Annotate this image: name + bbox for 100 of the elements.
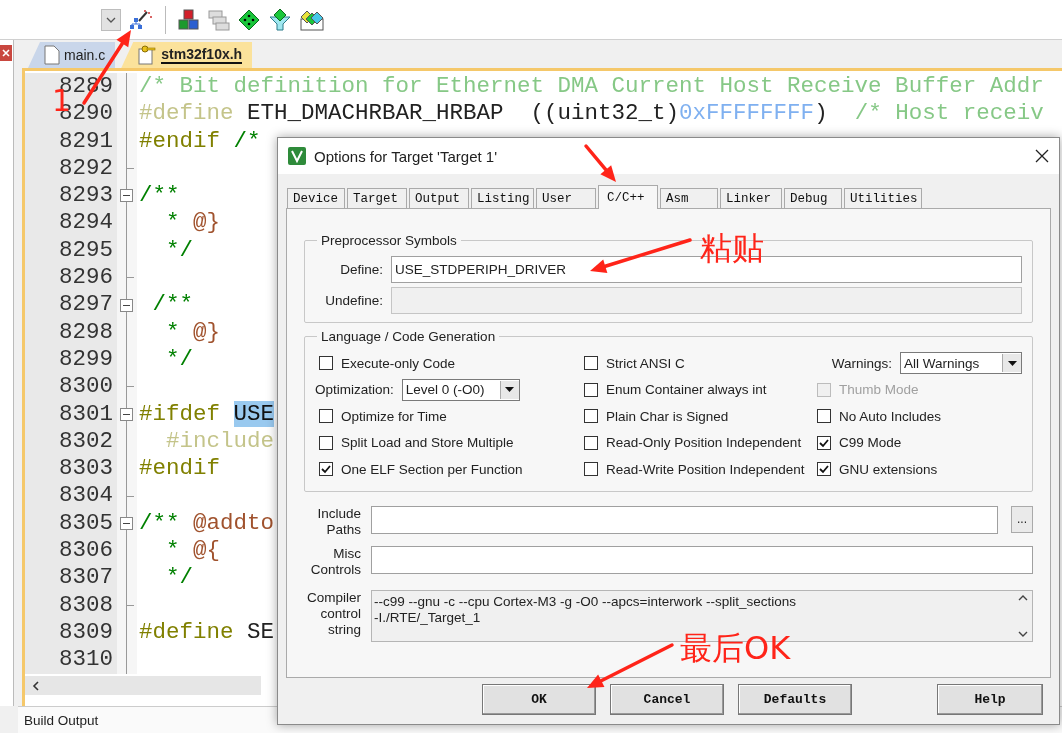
- checkbox[interactable]: [584, 356, 598, 371]
- annotation-label: 最后OK: [680, 632, 791, 664]
- funnel-icon[interactable]: [268, 8, 292, 31]
- dropdown-value: Level 0 (-O0): [405, 382, 486, 398]
- header-file-icon: [137, 45, 158, 65]
- line-number: 8302: [59, 427, 113, 456]
- line-number: 8293: [59, 182, 113, 210]
- input-field[interactable]: [371, 505, 998, 534]
- line-number: 8309: [59, 618, 113, 647]
- line-number: 8307: [59, 564, 113, 592]
- browse-button[interactable]: ...: [1011, 505, 1033, 533]
- line-number: 8299: [59, 345, 113, 374]
- line-number: 8295: [59, 236, 113, 265]
- file-icon: [44, 45, 60, 65]
- group-title: Language / Code Generation: [320, 329, 497, 344]
- field-label: Undefine:: [324, 293, 383, 308]
- scroll-left-icon[interactable]: [31, 679, 41, 692]
- checkbox[interactable]: [584, 435, 598, 450]
- magic-wand-icon[interactable]: [129, 8, 153, 31]
- cancel-button[interactable]: Cancel: [610, 684, 724, 715]
- checkbox-label: No Auto Includes: [839, 408, 942, 424]
- field-label: Compiler control string: [306, 589, 361, 638]
- checkbox-label: C99 Mode: [839, 435, 902, 451]
- fold-collapse-icon[interactable]: [120, 298, 133, 312]
- fold-collapse-icon[interactable]: [120, 516, 133, 530]
- line-number: 8304: [59, 482, 113, 510]
- checkbox-label: Strict ANSI C: [606, 355, 685, 371]
- scroll-up-icon[interactable]: [1018, 594, 1028, 601]
- window-title: Options for Target 'Target 1': [314, 147, 499, 165]
- group-title: Preprocessor Symbols: [320, 233, 458, 248]
- file-tab[interactable]: main.c: [28, 42, 116, 68]
- line-number: 8294: [59, 209, 113, 237]
- diamond-icon[interactable]: [238, 8, 260, 31]
- checkbox[interactable]: [584, 409, 598, 424]
- line-number: 8296: [59, 264, 113, 292]
- tab[interactable]: Linker: [720, 188, 782, 208]
- dropdown-arrow-icon: [505, 387, 515, 393]
- checkbox[interactable]: [584, 462, 598, 477]
- dropdown-field[interactable]: All Warnings: [900, 352, 1022, 375]
- code-line: #endif /*: [138, 127, 261, 155]
- line-number: 8300: [59, 373, 113, 401]
- code-line: /**: [138, 182, 180, 210]
- diamonds-icon[interactable]: [300, 8, 324, 31]
- tab[interactable]: Asm: [660, 188, 718, 208]
- checkbox[interactable]: [817, 462, 831, 477]
- checkbox[interactable]: [319, 435, 333, 450]
- checkbox[interactable]: [817, 409, 831, 424]
- ok-button[interactable]: OK: [482, 684, 596, 715]
- checkbox-label: Optimize for Time: [341, 408, 447, 424]
- code-line: */: [165, 564, 193, 592]
- code-line: #define ETH_DMACHRBAR_HRBAP ((uint32_t)0xFFFFFFFF) /* Host receiv: [138, 100, 1044, 128]
- defaults-button[interactable]: Defaults: [738, 684, 852, 715]
- dropdown-field[interactable]: Level 0 (-O0): [401, 378, 520, 401]
- dropdown-icon[interactable]: [101, 8, 121, 31]
- line-number: 8306: [59, 537, 113, 565]
- tab[interactable]: Device: [287, 188, 345, 208]
- tab[interactable]: Listing: [471, 188, 534, 208]
- field-label: Misc Controls: [309, 545, 361, 578]
- code-line: #include: [165, 427, 275, 456]
- scroll-down-icon[interactable]: [1018, 630, 1028, 637]
- checkbox-label: Plain Char is Signed: [606, 408, 729, 424]
- checkbox-label: Enum Container always int: [606, 382, 767, 398]
- checkbox-label: GNU extensions: [839, 461, 938, 477]
- tab[interactable]: Output: [409, 188, 469, 208]
- checkbox[interactable]: [319, 409, 333, 424]
- tab[interactable]: Utilities: [844, 188, 922, 208]
- line-number: 8308: [59, 591, 113, 619]
- code-line: */: [165, 345, 193, 374]
- tab[interactable]: User: [536, 188, 596, 208]
- line-number: 8301: [59, 400, 113, 428]
- tab[interactable]: Debug: [784, 188, 842, 208]
- line-number: 8292: [59, 154, 113, 183]
- file-tab[interactable]: stm32f10x.h: [121, 42, 253, 68]
- checkbox[interactable]: [319, 462, 333, 477]
- code-line: /** @addto: [138, 509, 275, 538]
- checkbox-label: Execute-only Code: [341, 355, 456, 371]
- checkbox-label: Read-Only Position Independent: [606, 435, 802, 451]
- tab[interactable]: Target: [347, 188, 407, 208]
- close-icon[interactable]: [1035, 149, 1049, 163]
- field-label: Include Paths: [316, 505, 361, 538]
- compiler-string: --c99 --gnu -c --cpu Cortex-M3 -g -O0 --apcs=interwork --split_sections -I./RTE/_Target_1: [373, 592, 797, 627]
- dropdown-value: All Warnings: [904, 355, 981, 371]
- field-label: Warnings:: [831, 355, 892, 371]
- input-field[interactable]: [371, 545, 1033, 574]
- fold-collapse-icon[interactable]: [120, 407, 133, 421]
- code-line: #endif: [138, 455, 220, 483]
- panel-title: Build Output: [24, 712, 99, 728]
- checkbox[interactable]: [584, 382, 598, 397]
- blocks-icon[interactable]: [178, 8, 200, 31]
- code-line: #ifdef USE: [138, 400, 275, 428]
- checkbox-label: One ELF Section per Function: [341, 461, 523, 477]
- line-number: 8298: [59, 318, 113, 346]
- code-line: * @{: [165, 537, 221, 565]
- horizontal-scrollbar[interactable]: [25, 676, 261, 695]
- checkbox[interactable]: [817, 435, 831, 450]
- checkbox[interactable]: [319, 356, 333, 371]
- tab[interactable]: C/C++: [598, 185, 658, 209]
- help-button[interactable]: Help: [937, 684, 1043, 715]
- line-number: 8305: [59, 509, 113, 538]
- fold-collapse-icon[interactable]: [120, 189, 133, 203]
